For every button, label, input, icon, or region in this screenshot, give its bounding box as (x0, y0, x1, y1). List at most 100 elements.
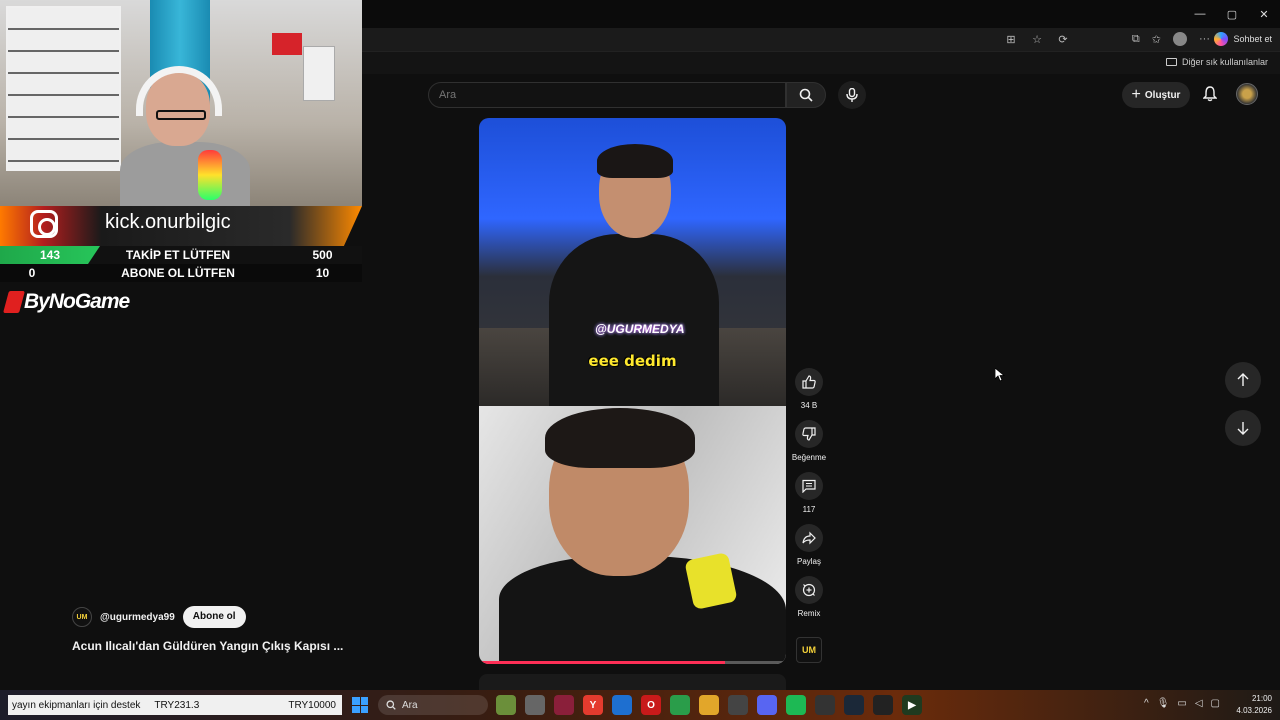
copilot-icon (1214, 32, 1229, 46)
channel-handle[interactable]: @ugurmedya99 (100, 612, 175, 623)
shirt-print (684, 551, 738, 611)
thumbs-up-icon (802, 375, 816, 389)
dislike-label: Beğenme (791, 453, 827, 462)
profile-icon[interactable] (1173, 32, 1187, 46)
chevron-up-icon[interactable]: ^ (1144, 698, 1149, 709)
mouse-cursor-icon (994, 367, 1006, 387)
notifications-button[interactable] (1200, 84, 1220, 104)
like-button[interactable] (795, 368, 823, 396)
other-bookmarks-folder[interactable]: Diğer sık kullanılanlar (1165, 57, 1268, 67)
video-progress-bar[interactable] (479, 661, 786, 664)
follow-goal-target: 500 (312, 248, 333, 262)
headphones-icon (136, 66, 222, 116)
like-count: 34 B (800, 401, 818, 410)
refresh-icon[interactable]: ⟳ (1056, 32, 1070, 46)
folder-icon[interactable] (699, 695, 719, 715)
video-progress-fill (479, 661, 725, 664)
opera-icon[interactable]: O (641, 695, 661, 715)
next-short-button[interactable] (1225, 410, 1261, 446)
donation-ticker: yayın ekipmanları için destek TRY231.3 T… (8, 695, 342, 715)
wall-flag (272, 33, 302, 55)
remix-label: Remix (797, 609, 821, 618)
copilot-label: Sohbet et (1233, 34, 1272, 44)
like-action[interactable]: 34 B (791, 368, 827, 412)
system-tray: ^ 🎙 ▭ ◁ ▢ (1144, 698, 1220, 709)
game-app-icon[interactable] (554, 695, 574, 715)
voice-search-button[interactable] (838, 81, 866, 109)
discord-icon[interactable] (757, 695, 777, 715)
bell-icon (1203, 86, 1217, 102)
favorites-icon[interactable]: ✩ (1152, 33, 1161, 46)
speaker-icon[interactable]: ◁ (1195, 698, 1203, 709)
remix-icon (802, 583, 816, 597)
obs-icon[interactable] (815, 695, 835, 715)
kick-icon[interactable]: ▶ (902, 695, 922, 715)
favorite-star-icon[interactable]: ☆ (1030, 32, 1044, 46)
search-box[interactable] (428, 82, 786, 108)
search-input[interactable] (429, 83, 785, 107)
chrome-icon[interactable] (670, 695, 690, 715)
extensions-icon[interactable]: ⧉ (1132, 33, 1140, 46)
copilot-button[interactable]: Sohbet et (1214, 32, 1272, 46)
search-icon (799, 88, 813, 102)
taskbar-search[interactable]: Ara (378, 695, 488, 715)
file-icon[interactable] (525, 695, 545, 715)
video-frame-top: @UGURMEDYA eee dedim (479, 118, 786, 406)
short-actions: 34 B Beğenme 117 Paylaş Remix (791, 368, 827, 628)
system-clock[interactable]: 21:00 4.03.2026 (1236, 693, 1272, 717)
ticker-text: yayın ekipmanları için destek (12, 699, 141, 711)
short-video-player[interactable]: @UGURMEDYA eee dedim (479, 118, 786, 664)
subscribe-goal-current: 0 (28, 266, 36, 280)
edge-icon[interactable] (612, 695, 632, 715)
other-bookmarks-label: Diğer sık kullanılanlar (1181, 57, 1268, 67)
spotify-icon[interactable] (786, 695, 806, 715)
search-icon (386, 700, 396, 710)
comments-button[interactable] (795, 472, 823, 500)
previous-short-button[interactable] (1225, 362, 1261, 398)
subscribe-button[interactable]: Abone ol (182, 606, 246, 628)
store-icon[interactable] (728, 695, 748, 715)
host-hair (597, 144, 673, 178)
microphone-icon[interactable]: 🎙 (1157, 698, 1170, 709)
channel-avatar[interactable]: UM (72, 607, 92, 627)
steam-icon[interactable] (844, 695, 864, 715)
remix-button[interactable] (795, 576, 823, 604)
network-icon[interactable]: ▭ (1177, 698, 1186, 709)
close-button[interactable]: ✕ (1248, 0, 1280, 28)
follow-goal-label: TAKİP ET LÜTFEN (125, 248, 231, 262)
channel-thumbnail[interactable]: UM (796, 637, 822, 663)
clock-date: 4.03.2026 (1236, 706, 1272, 715)
share-label: Paylaş (796, 557, 821, 566)
share-arrow-icon (802, 531, 816, 545)
dislike-button[interactable] (795, 420, 823, 448)
remix-action[interactable]: Remix (791, 576, 827, 620)
widget-icon[interactable] (496, 695, 516, 715)
address-bar[interactable]: ⊞ ☆ ⟳ ⧉ ✩ ··· Sohbet et (362, 28, 1280, 52)
create-button[interactable]: + Oluştur (1122, 82, 1190, 108)
video-title[interactable]: Acun Ilıcalı'dan Güldüren Yangın Çıkış K… (72, 639, 372, 653)
subscribe-goal-label: ABONE OL LÜTFEN (121, 266, 235, 280)
collection-shelf (6, 6, 121, 171)
toolbar-icons: ⧉ ✩ ··· (1132, 32, 1210, 46)
search-button[interactable] (786, 82, 826, 108)
video-caption: eee dedim (588, 352, 677, 370)
chat-icon[interactable]: ▢ (1211, 698, 1220, 709)
arrow-down-icon (1237, 422, 1249, 435)
yandex-icon[interactable]: Y (583, 695, 603, 715)
comments-action[interactable]: 117 (791, 472, 827, 516)
account-avatar[interactable] (1236, 83, 1258, 105)
app-available-icon[interactable]: ⊞ (1004, 32, 1018, 46)
portrait-hair (545, 408, 695, 468)
more-menu-icon[interactable]: ··· (1199, 33, 1210, 45)
settings-gear-icon[interactable] (873, 695, 893, 715)
share-button[interactable] (795, 524, 823, 552)
share-action[interactable]: Paylaş (791, 524, 827, 568)
video-frame-bottom (479, 406, 786, 664)
subscribe-goal-target: 10 (315, 266, 330, 280)
streamer-body (120, 142, 250, 206)
minimize-button[interactable]: — (1184, 0, 1216, 28)
windows-start-icon[interactable] (352, 697, 368, 713)
dislike-action[interactable]: Beğenme (791, 420, 827, 464)
thumbs-down-icon (802, 427, 816, 441)
maximize-button[interactable]: ▢ (1216, 0, 1248, 28)
